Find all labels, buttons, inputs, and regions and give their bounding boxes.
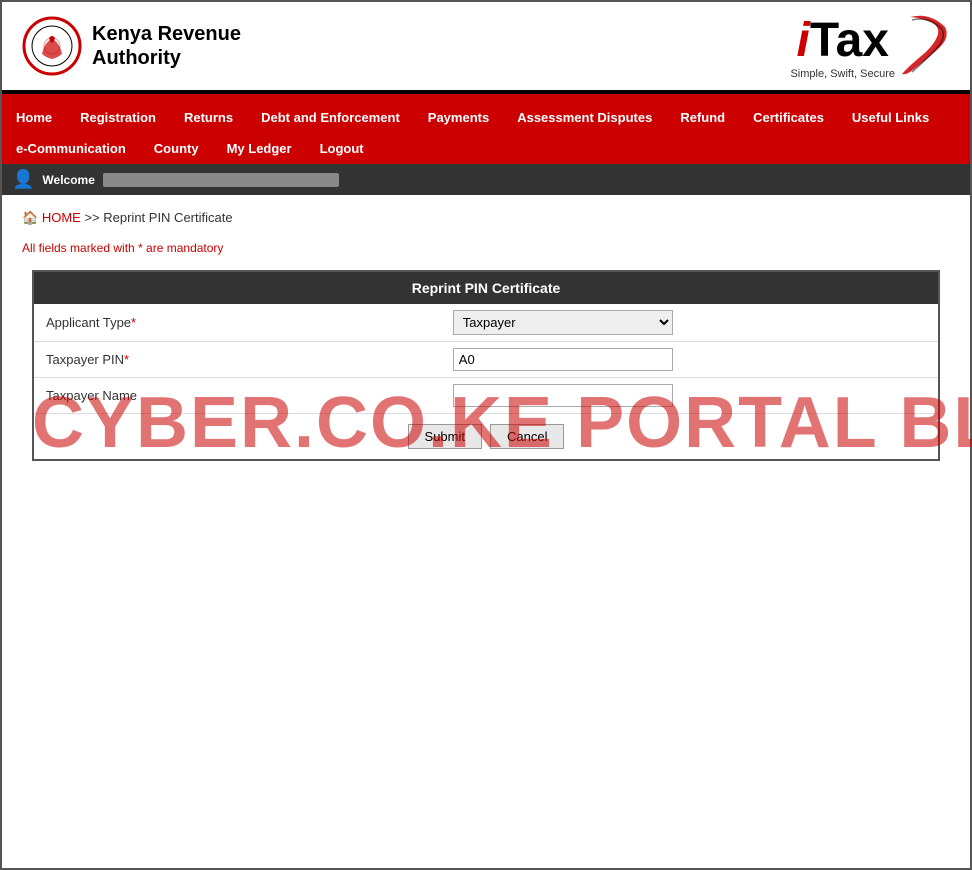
applicant-type-row: Applicant Type* Taxpayer Tax Agent (34, 304, 938, 342)
reprint-pin-form-box: Reprint PIN Certificate Applicant Type* … (32, 270, 940, 461)
breadcrumb-separator: >> (84, 210, 99, 225)
nav-assessment-disputes[interactable]: Assessment Disputes (503, 102, 666, 133)
red-stripe (2, 94, 970, 102)
breadcrumb: 🏠 HOME >> Reprint PIN Certificate (22, 210, 950, 226)
user-icon: 👤 (12, 169, 34, 190)
nav-logout[interactable]: Logout (306, 133, 378, 164)
kra-title: Kenya Revenue Authority (92, 22, 241, 70)
itax-tagline: Simple, Swift, Secure (790, 68, 895, 80)
taxpayer-name-input[interactable] (453, 384, 673, 407)
nav-refund[interactable]: Refund (666, 102, 739, 133)
taxpayer-name-label: Taxpayer Name (34, 378, 441, 414)
itax-logo: iTax Simple, Swift, Secure (790, 12, 950, 80)
taxpayer-name-row: Taxpayer Name (34, 378, 938, 414)
nav-payments[interactable]: Payments (414, 102, 503, 133)
nav-county[interactable]: County (140, 133, 213, 164)
nav-registration[interactable]: Registration (66, 102, 170, 133)
breadcrumb-home-link[interactable]: HOME (42, 210, 81, 225)
main-nav: Home Registration Returns Debt and Enfor… (2, 102, 970, 164)
itax-brand-text: Tax (810, 14, 889, 67)
taxpayer-name-cell (441, 378, 938, 414)
nav-ecommunication[interactable]: e-Communication (2, 133, 140, 164)
applicant-type-label: Applicant Type* (34, 304, 441, 342)
taxpayer-pin-input[interactable] (453, 348, 673, 371)
form-title: Reprint PIN Certificate (34, 272, 938, 304)
form-buttons: Submit Cancel (34, 414, 938, 459)
submit-button[interactable]: Submit (408, 424, 482, 449)
applicant-type-cell: Taxpayer Tax Agent (441, 304, 938, 342)
itax-i: i (796, 14, 809, 67)
mandatory-note: All fields marked with * are mandatory (22, 241, 950, 255)
kra-logo: Kenya Revenue Authority (22, 16, 241, 76)
kra-shield-icon (22, 16, 82, 76)
taxpayer-pin-label: Taxpayer PIN* (34, 342, 441, 378)
welcome-label: Welcome (42, 173, 94, 187)
form-table: Applicant Type* Taxpayer Tax Agent Taxpa… (34, 304, 938, 414)
nav-useful-links[interactable]: Useful Links (838, 102, 943, 133)
cancel-button[interactable]: Cancel (490, 424, 564, 449)
home-icon: 🏠 (22, 210, 38, 225)
itax-swoosh-icon (900, 12, 950, 80)
page-content: 🏠 HOME >> Reprint PIN Certificate All fi… (2, 195, 970, 476)
nav-returns[interactable]: Returns (170, 102, 247, 133)
welcome-bar: 👤 Welcome ████████████ ████ ██████████ (2, 164, 970, 195)
nav-certificates[interactable]: Certificates (739, 102, 838, 133)
nav-debt-enforcement[interactable]: Debt and Enforcement (247, 102, 414, 133)
welcome-user-info: ████████████ ████ ██████████ (103, 173, 339, 187)
taxpayer-pin-cell (441, 342, 938, 378)
nav-home[interactable]: Home (2, 102, 66, 133)
breadcrumb-current-page: Reprint PIN Certificate (103, 210, 232, 225)
applicant-type-select[interactable]: Taxpayer Tax Agent (453, 310, 673, 335)
taxpayer-pin-row: Taxpayer PIN* (34, 342, 938, 378)
nav-my-ledger[interactable]: My Ledger (213, 133, 306, 164)
